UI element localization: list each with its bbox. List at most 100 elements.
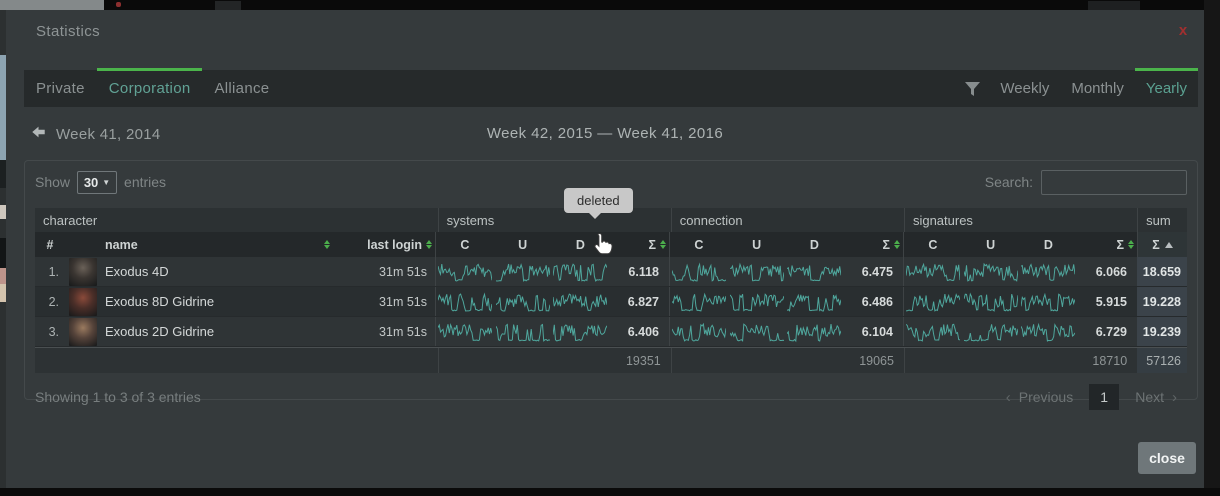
sparkline-chart [672,291,726,313]
background-top-bar [0,0,1220,10]
week-navigation: Week 41, 2014 Week 42, 2015 — Week 41, 2… [6,122,1204,152]
row-rank: 3. [35,317,65,346]
header-systems-sigma[interactable]: Σ [609,238,669,252]
sparkline-chart [906,291,960,313]
connection-sum-value: 6.475 [843,257,903,286]
signatures-total: 18710 [904,348,1137,373]
total-sum-value: 19.239 [1137,317,1187,346]
sparkline-cell [494,257,552,286]
header-signatures-u[interactable]: U [962,238,1020,252]
header-connection-sigma[interactable]: Σ [843,238,903,252]
sparkline-cell [728,287,786,316]
header-rank[interactable]: # [35,232,65,257]
connection-total: 19065 [671,348,904,373]
sparkline-cell [670,317,728,346]
signatures-sum-value: 6.729 [1077,317,1137,346]
sigma-label: Σ [648,238,656,252]
close-x-icon[interactable]: x [1174,22,1192,40]
page-background: Statistics x Private Corporation Allianc… [0,0,1220,496]
systems-sum-value: 6.118 [609,257,669,286]
sparkline-cell [785,287,843,316]
tab-bar: Private Corporation Alliance Weekly Mont… [24,70,1198,107]
header-systems-c[interactable]: C [436,238,494,252]
sparkline-chart [496,261,550,283]
grand-total: 57126 [1137,348,1187,373]
avatar [65,287,101,316]
week-range-title: Week 42, 2015 — Week 41, 2016 [6,125,1204,142]
signatures-cells: 6.729 [903,317,1137,346]
filter-funnel-icon[interactable] [955,70,989,107]
header-signatures-sigma[interactable]: Σ [1077,238,1137,252]
header-systems-cols: C U D Σ [435,232,669,257]
signatures-sum-value: 6.066 [1077,257,1137,286]
sparkline-cell [728,317,786,346]
systems-total: 19351 [438,348,671,373]
sigma-label: Σ [1152,238,1160,252]
statistics-table: character systems connection signatures … [35,208,1187,373]
previous-page-button[interactable]: ‹ Previous [996,385,1083,410]
sparkline-chart [906,321,960,343]
sparkline-chart [730,291,784,313]
header-last-login-label: last login [367,238,422,252]
sort-icon [324,240,331,250]
page-size-select[interactable]: 30 ▼ [77,171,117,194]
table-row[interactable]: 3. Exodus 2D Gidrine 31m 51s 6.406 [35,317,1187,347]
sparkline-cell [551,257,609,286]
sparkline-cell [551,287,609,316]
sparkline-cell [728,257,786,286]
header-connection-c[interactable]: C [670,238,728,252]
header-connection-d[interactable]: D [786,238,844,252]
sparkline-chart [672,261,726,283]
sort-icon [1128,240,1135,250]
show-label: Show [35,174,70,190]
header-systems-d[interactable]: D [552,238,610,252]
systems-cells: 6.827 [435,287,669,316]
avatar [65,317,101,346]
character-portrait [69,288,97,316]
tab-alliance[interactable]: Alliance [202,70,281,107]
row-rank: 2. [35,287,65,316]
character-name: Exodus 8D Gidrine [101,287,341,316]
background-right-area [1204,0,1220,496]
table-row[interactable]: 2. Exodus 8D Gidrine 31m 51s 6.827 [35,287,1187,317]
showing-entries-text: Showing 1 to 3 of 3 entries [35,389,201,405]
header-connection-u[interactable]: U [728,238,786,252]
period-monthly[interactable]: Monthly [1060,70,1135,107]
search-input[interactable] [1041,170,1187,195]
sparkline-cell [670,257,728,286]
total-sum-value: 18.659 [1137,257,1187,286]
header-name[interactable]: name [101,232,341,257]
character-name: Exodus 4D [101,257,341,286]
sparkline-chart [438,291,492,313]
sparkline-chart [672,321,726,343]
header-last-login[interactable]: last login [341,232,435,257]
sparkline-cell [904,317,962,346]
header-sum-sigma[interactable]: Σ [1137,232,1187,257]
sparkline-cell [436,257,494,286]
tab-private[interactable]: Private [24,70,97,107]
period-weekly[interactable]: Weekly [989,70,1060,107]
sparkline-cell [551,317,609,346]
tab-corporation[interactable]: Corporation [97,70,203,107]
sparkline-chart [496,321,550,343]
sparkline-chart [438,321,492,343]
character-portrait [69,258,97,286]
close-button[interactable]: close [1138,442,1196,474]
table-row[interactable]: 1. Exodus 4D 31m 51s 6.118 6.475 [35,257,1187,287]
last-login-value: 31m 51s [341,287,435,316]
sparkline-chart [553,321,607,343]
next-page-button[interactable]: Next › [1125,385,1187,410]
header-signatures-c[interactable]: C [904,238,962,252]
header-systems-u[interactable]: U [494,238,552,252]
page-number-button[interactable]: 1 [1089,384,1119,410]
background-bottom-bar [0,488,1220,496]
sparkline-cell [962,287,1020,316]
header-signatures-d[interactable]: D [1020,238,1078,252]
connection-cells: 6.486 [669,287,903,316]
search-label: Search: [985,174,1033,190]
sparkline-cell [785,317,843,346]
header-avatar-spacer [65,232,101,257]
group-sum: sum [1137,208,1187,232]
period-yearly[interactable]: Yearly [1135,70,1198,107]
group-character: character [35,208,438,232]
